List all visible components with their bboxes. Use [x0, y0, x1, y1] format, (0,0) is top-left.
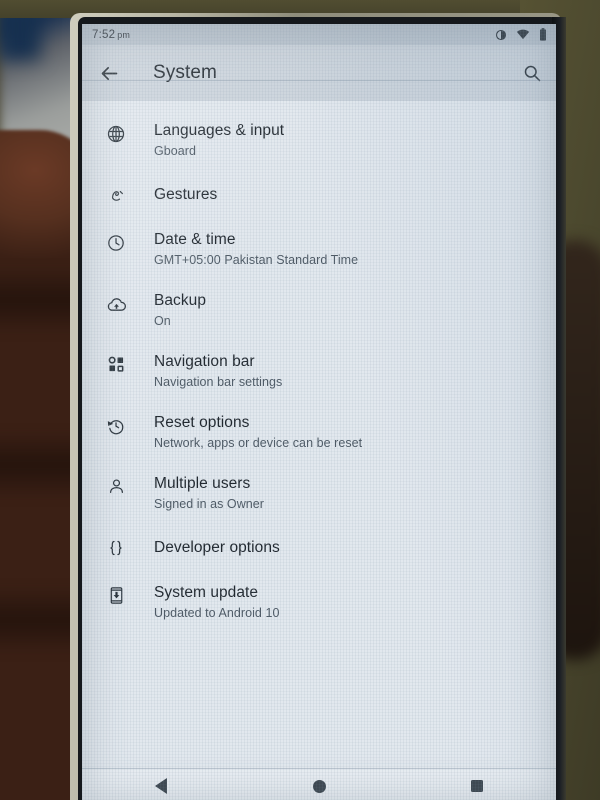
app-bar-divider — [82, 80, 556, 81]
list-item-text: Reset options Network, apps or device ca… — [154, 413, 362, 452]
status-bar-ampm: pm — [117, 29, 131, 40]
person-icon — [99, 474, 133, 496]
list-item-text: Developer options — [154, 538, 280, 558]
list-item-date-time[interactable]: Date & time GMT+05:00 Pakistan Standard … — [82, 219, 556, 280]
list-item-title: Backup — [154, 292, 206, 309]
status-bar-clock: 7:52 pm — [92, 29, 130, 41]
gesture-icon — [99, 186, 133, 205]
list-item-multiple-users[interactable]: Multiple users Signed in as Owner — [82, 463, 556, 524]
status-bar: 7:52 pm — [82, 24, 556, 45]
list-item-subtitle: Navigation bar settings — [154, 375, 283, 389]
photograph-of-phone: 7:52 pm System Languages & input Gboard … — [0, 0, 600, 800]
recents-square-icon — [471, 780, 483, 792]
nav-recents-button[interactable] — [442, 780, 512, 792]
list-item-subtitle: On — [154, 314, 171, 328]
battery-icon — [539, 28, 547, 41]
list-item-subtitle: Network, apps or device can be reset — [154, 436, 363, 450]
list-item-system-update[interactable]: System update Updated to Android 10 — [82, 572, 556, 633]
phone-screen: 7:52 pm System Languages & input Gboard … — [82, 24, 556, 800]
list-item-title: System update — [154, 584, 259, 601]
list-item-navigation-bar[interactable]: Navigation bar Navigation bar settings — [82, 341, 556, 402]
list-item-text: Languages & input Gboard — [154, 121, 284, 160]
list-item-title: Developer options — [154, 539, 280, 556]
list-item-text: Gestures — [154, 185, 217, 205]
list-item-title: Languages & input — [154, 122, 285, 139]
cloud-upload-icon — [99, 291, 133, 315]
wifi-icon — [516, 29, 530, 40]
status-bar-time: 7:52 — [92, 28, 116, 41]
list-item-title: Reset options — [154, 414, 250, 431]
list-item-title: Multiple users — [154, 475, 251, 492]
clock-icon — [99, 230, 133, 253]
list-item-title: Gestures — [154, 186, 218, 203]
list-item-title: Navigation bar — [154, 353, 255, 370]
status-bar-icons — [495, 28, 547, 41]
restore-history-icon — [99, 413, 133, 436]
list-item-subtitle: GMT+05:00 Pakistan Standard Time — [154, 253, 359, 267]
nav-home-button[interactable] — [284, 779, 354, 793]
globe-icon — [99, 121, 133, 144]
list-item-text: Backup On — [154, 291, 206, 330]
list-item-text: Navigation bar Navigation bar settings — [154, 352, 282, 391]
braces-icon — [99, 538, 133, 558]
list-item-text: Date & time GMT+05:00 Pakistan Standard … — [154, 230, 358, 269]
list-item-developer-options[interactable]: Developer options — [82, 524, 556, 572]
brightness-auto-icon — [495, 29, 507, 41]
grid-squares-icon — [99, 352, 133, 374]
nav-back-button[interactable] — [126, 778, 196, 794]
app-bar: System — [82, 45, 556, 101]
list-item-text: System update Updated to Android 10 — [154, 583, 279, 622]
list-item-title: Date & time — [154, 231, 236, 248]
settings-list: Languages & input Gboard Gestures Date &… — [82, 101, 556, 790]
list-item-subtitle: Signed in as Owner — [154, 497, 264, 511]
home-circle-icon — [312, 779, 326, 793]
list-item-backup[interactable]: Backup On — [82, 280, 556, 341]
list-item-reset-options[interactable]: Reset options Network, apps or device ca… — [82, 402, 556, 463]
android-navigation-bar — [82, 768, 556, 800]
list-item-gestures[interactable]: Gestures — [82, 171, 556, 219]
phone-update-icon — [99, 583, 133, 605]
list-item-languages-input[interactable]: Languages & input Gboard — [82, 110, 556, 171]
back-triangle-icon — [155, 778, 167, 794]
list-item-subtitle: Gboard — [154, 144, 196, 158]
list-item-subtitle: Updated to Android 10 — [154, 606, 280, 620]
list-item-text: Multiple users Signed in as Owner — [154, 474, 264, 513]
